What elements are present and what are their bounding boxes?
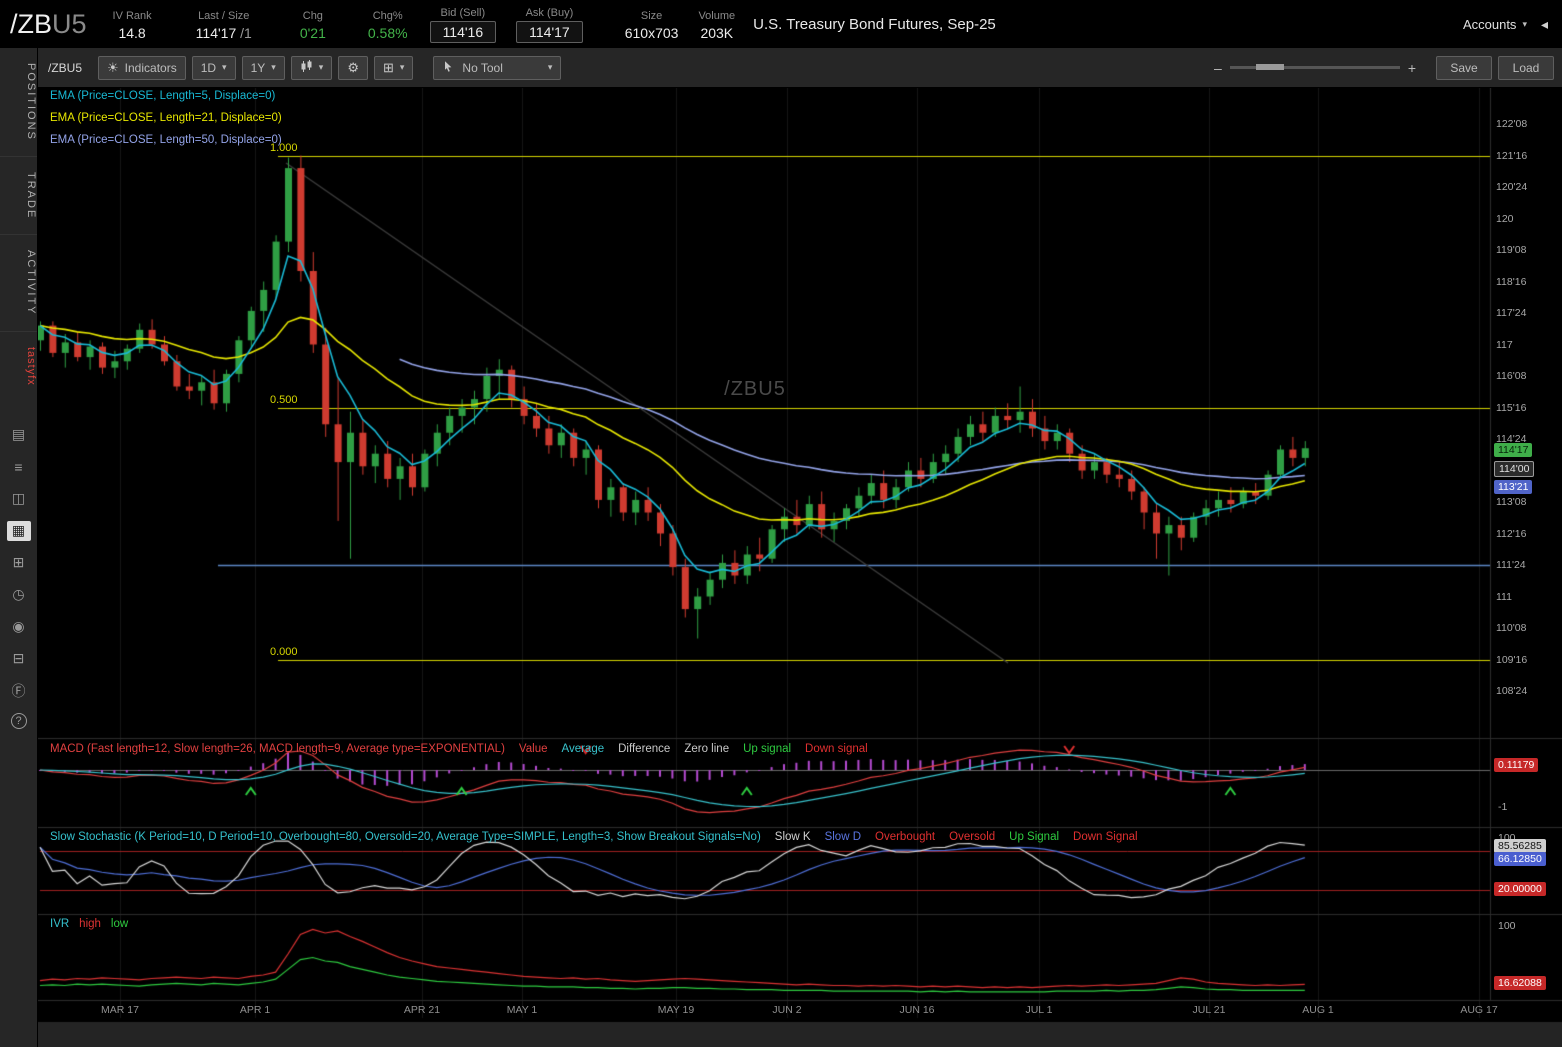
chg-column: Chg 0'21	[300, 8, 326, 41]
load-button[interactable]: Load	[1498, 56, 1554, 80]
chevron-down-icon: ▾	[1522, 19, 1527, 30]
save-button[interactable]: Save	[1436, 56, 1492, 80]
zoom-control: – +	[1214, 60, 1416, 76]
history-icon[interactable]: ◷	[7, 585, 31, 605]
iv-rank-value: 14.8	[118, 25, 145, 41]
range-dropdown[interactable]: 1Y ▾	[242, 56, 285, 80]
collapse-panel-icon[interactable]: ◂	[1541, 16, 1548, 33]
chg-pct-value: 0.58%	[368, 25, 408, 41]
candlestick-chart-icon	[300, 60, 313, 75]
chart-canvas[interactable]	[38, 88, 1562, 1047]
cursor-icon	[442, 60, 454, 75]
zoom-slider[interactable]	[1230, 66, 1400, 69]
chg-value: 0'21	[300, 25, 326, 41]
chart-module: /ZBU5 ☀ Indicators 1D ▾ 1Y ▾ ▾ ⚙	[38, 48, 1562, 1047]
app-window: /ZBU5 IV Rank 14.8 Last / Size 114'17 /1…	[0, 0, 1562, 1047]
chart-area: EMA (Price=CLOSE, Length=5, Displace=0) …	[38, 88, 1562, 1047]
symbol-suffix: U5	[52, 9, 87, 40]
ask-button[interactable]: 114'17	[516, 21, 583, 43]
volume-label: Volume	[698, 10, 735, 22]
iv-rank-label: IV Rank	[113, 10, 152, 22]
sidebar-tab-tastyfx[interactable]: tastyfx	[0, 331, 37, 401]
size-column: Size 610x703	[625, 8, 679, 41]
layout-grid-dropdown[interactable]: ⊞ ▾	[374, 56, 413, 80]
symbol: /ZBU5	[10, 9, 87, 40]
chg-pct-label: Chg%	[373, 10, 403, 22]
size-value: 610x703	[625, 25, 679, 41]
zoom-in-button[interactable]: +	[1408, 60, 1416, 76]
feedback-icon[interactable]: Ⓕ	[7, 681, 31, 701]
left-sidebar: POSITIONS TRADE ACTIVITY tastyfx ▤ ≡ ◫ ▦ ⊞ ◷ ◉…	[0, 48, 38, 1047]
chart-icon[interactable]: ▦	[7, 521, 31, 541]
symbol-root: /ZB	[10, 9, 52, 40]
sidebar-icon-rail: ▤ ≡ ◫ ▦ ⊞ ◷ ◉ ⊟ Ⓕ?	[7, 425, 31, 729]
bid-column: Bid (Sell) 114'16	[430, 5, 497, 43]
indicators-burst-icon: ☀	[107, 61, 119, 74]
sidebar-tab-trade[interactable]: TRADE	[0, 156, 37, 234]
accounts-label: Accounts	[1463, 17, 1516, 32]
chart-toolbar: /ZBU5 ☀ Indicators 1D ▾ 1Y ▾ ▾ ⚙	[38, 48, 1562, 88]
zoom-slider-handle[interactable]	[1256, 64, 1284, 70]
follow-icon[interactable]: ◉	[7, 617, 31, 637]
accounts-menu[interactable]: Accounts ▾	[1463, 17, 1527, 32]
chevron-down-icon: ▾	[319, 62, 324, 73]
drawing-tool-dropdown[interactable]: No Tool ▾	[433, 56, 561, 80]
chart-symbol-label: /ZBU5	[48, 61, 82, 75]
bid-label: Bid (Sell)	[441, 7, 486, 19]
iv-rank-column: IV Rank 14.8	[113, 8, 152, 41]
sidebar-tab-activity[interactable]: ACTIVITY	[0, 234, 37, 331]
journal-icon[interactable]: ▤	[7, 425, 31, 445]
bid-button[interactable]: 114'16	[430, 21, 497, 43]
watchlist-icon[interactable]: ≡	[7, 457, 31, 477]
apps-icon[interactable]: ⊞	[7, 553, 31, 573]
size-label: Size	[641, 10, 662, 22]
chevron-down-icon: ▾	[400, 62, 405, 73]
ask-label: Ask (Buy)	[526, 7, 574, 19]
help-icon[interactable]: ?	[11, 713, 27, 729]
sidebar-tab-positions[interactable]: POSITIONS	[0, 48, 37, 156]
instrument-description: U.S. Treasury Bond Futures, Sep-25	[753, 16, 996, 33]
volume-value: 203K	[700, 25, 733, 41]
calendar-icon[interactable]: ⊟	[7, 649, 31, 669]
last-size-value: 114'17 /1	[196, 25, 252, 41]
ask-column: Ask (Buy) 114'17	[516, 5, 583, 43]
analysis-icon[interactable]: ◫	[7, 489, 31, 509]
chg-label: Chg	[303, 10, 323, 22]
indicators-button[interactable]: ☀ Indicators	[98, 56, 186, 80]
timeframe-dropdown[interactable]: 1D ▾	[192, 56, 236, 80]
quote-header: /ZBU5 IV Rank 14.8 Last / Size 114'17 /1…	[0, 0, 1562, 48]
chevron-down-icon: ▾	[222, 62, 227, 73]
chart-type-dropdown[interactable]: ▾	[291, 56, 333, 80]
grid-layout-icon: ⊞	[383, 61, 394, 74]
chart-settings-button[interactable]: ⚙	[338, 56, 368, 80]
volume-column: Volume 203K	[698, 8, 735, 41]
chg-pct-column: Chg% 0.58%	[368, 8, 408, 41]
chevron-down-icon: ▾	[548, 62, 553, 73]
gear-icon: ⚙	[347, 61, 359, 74]
last-size-column: Last / Size 114'17 /1	[196, 8, 252, 41]
chevron-down-icon: ▾	[271, 62, 276, 73]
zoom-out-button[interactable]: –	[1214, 60, 1222, 76]
last-size-label: Last / Size	[198, 10, 249, 22]
